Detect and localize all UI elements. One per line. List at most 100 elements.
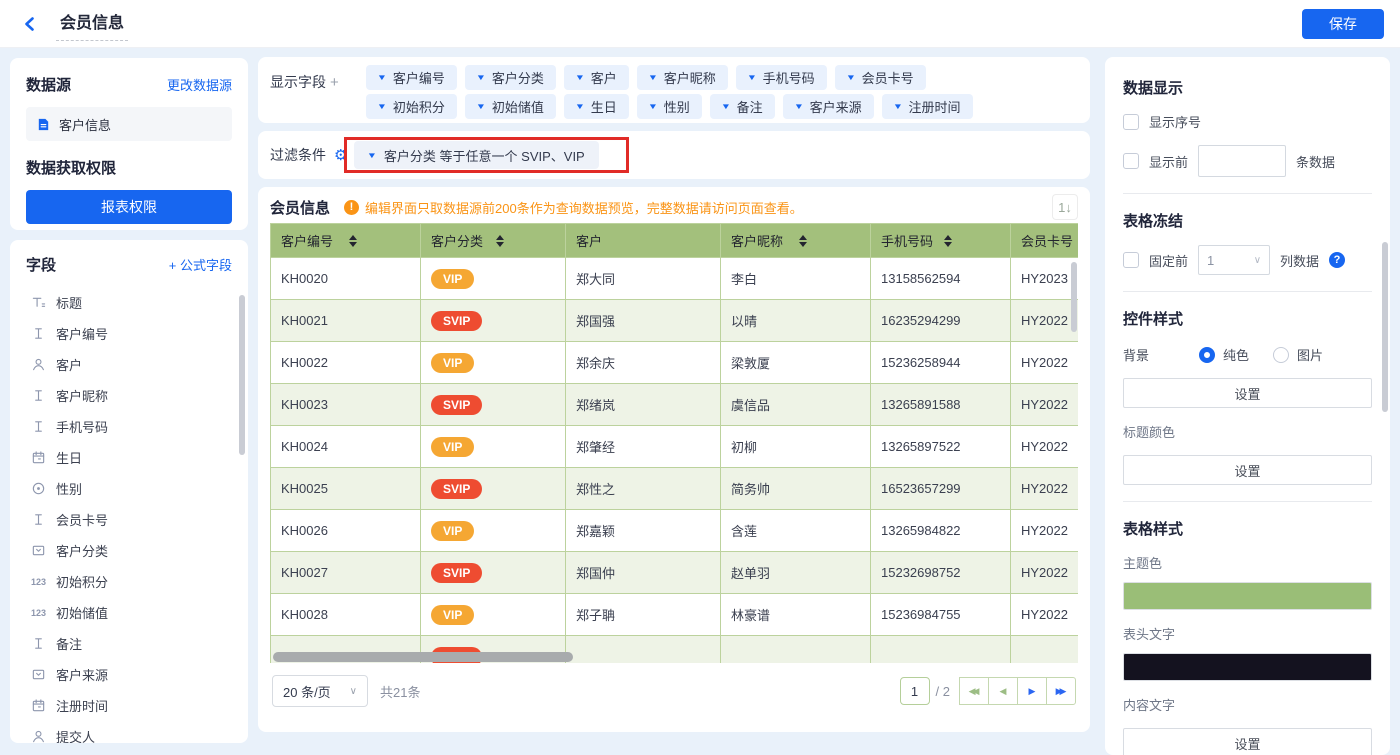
field-item[interactable]: 会员卡号 (26, 504, 232, 535)
field-item[interactable]: 标题 (26, 287, 232, 318)
datasource-item[interactable]: 客户信息 (26, 107, 232, 141)
text-icon (30, 512, 47, 527)
prev-page-button[interactable]: ◀ (988, 677, 1018, 705)
title-color-set-button[interactable]: 设置 (1123, 455, 1372, 485)
fields-card: 字段 + 公式字段 标题 客户编号 客户 客户昵称 手机号码 生日 性别 会员卡号 客户分类 12… (10, 240, 248, 743)
field-item-label: 会员卡号 (56, 513, 109, 528)
table-cell: HY2022 (1011, 342, 1078, 384)
sort-order-tool[interactable]: 1↓ (1052, 194, 1078, 220)
field-item-label: 初始储值 (56, 606, 109, 621)
table-cell: 虞信品 (721, 384, 871, 426)
theme-color-swatch[interactable] (1123, 582, 1372, 610)
formula-field-link[interactable]: + 公式字段 (169, 255, 232, 274)
display-field-chip[interactable]: ▼ 客户 (563, 65, 629, 90)
column-header[interactable]: 手机号码 (871, 224, 1011, 258)
background-set-button[interactable]: 设置 (1123, 378, 1372, 408)
limit-prefix: 显示前 (1149, 154, 1189, 170)
display-field-chip[interactable]: ▼ 客户编号 (366, 65, 457, 90)
page-size-select[interactable]: 20 条/页 ∨ (272, 675, 368, 707)
display-field-chip[interactable]: ▼ 初始积分 (366, 94, 457, 119)
theme-color-label: 主题色 (1123, 556, 1163, 571)
table-cell: KH0023 (271, 384, 421, 426)
field-item-label: 客户编号 (56, 327, 109, 342)
field-item[interactable]: 备注 (26, 628, 232, 659)
table-cell: 郑嘉颖 (566, 510, 721, 552)
field-item[interactable]: 生日 (26, 442, 232, 473)
filter-label: 过滤条件 (270, 147, 326, 163)
display-field-chip[interactable]: ▼ 客户昵称 (636, 65, 728, 90)
sort-arrows-icon[interactable] (798, 234, 861, 247)
first-page-button[interactable]: ◀◀ (959, 677, 989, 705)
add-display-field-button[interactable]: + (326, 74, 339, 91)
limit-count-input[interactable] (1198, 145, 1287, 177)
field-item[interactable]: 客户分类 (26, 535, 232, 566)
display-field-chip[interactable]: ▼ 会员卡号 (834, 65, 926, 90)
solid-color-radio[interactable] (1199, 346, 1215, 363)
table-cell: 郑国仲 (566, 552, 721, 594)
change-datasource-link[interactable]: 更改数据源 (167, 75, 232, 94)
page-title[interactable]: 会员信息 (56, 7, 129, 41)
datasource-heading: 数据源 (26, 77, 72, 94)
sort-arrows-icon[interactable] (943, 234, 1001, 247)
show-index-checkbox[interactable] (1123, 113, 1139, 130)
table-cell: 15232698752 (871, 552, 1011, 594)
freeze-columns-checkbox[interactable] (1123, 252, 1139, 268)
field-item[interactable]: 性别 (26, 473, 232, 504)
back-button[interactable] (16, 10, 44, 38)
table-horizontal-scrollbar[interactable] (273, 652, 573, 662)
gear-icon[interactable]: ⚙ (334, 146, 347, 164)
freeze-count-select[interactable]: 1 ∨ (1198, 245, 1271, 275)
content-text-set-button[interactable]: 设置 (1123, 728, 1372, 755)
title-icon (30, 295, 47, 310)
field-item[interactable]: 注册时间 (26, 690, 232, 721)
field-item[interactable]: 手机号码 (26, 411, 232, 442)
filter-condition-chip[interactable]: ▼ 客户分类 等于任意一个 SVIP、VIP (354, 141, 599, 169)
last-page-button[interactable]: ▶▶ (1046, 677, 1076, 705)
background-label: 背景 (1123, 348, 1150, 363)
page-number-input[interactable] (899, 677, 930, 705)
chevron-down-icon: ▼ (746, 73, 757, 82)
field-item[interactable]: 客户编号 (26, 318, 232, 349)
display-field-chip[interactable]: ▼ 手机号码 (735, 65, 827, 90)
table-cell: 16523657299 (871, 468, 1011, 510)
column-header-label: 手机号码 (881, 234, 934, 249)
display-field-chip[interactable]: ▼ 性别 (636, 94, 702, 119)
display-field-chip[interactable]: ▼ 客户分类 (464, 65, 556, 90)
help-icon[interactable]: ? (1329, 252, 1346, 268)
header-text-color-swatch[interactable] (1123, 653, 1372, 681)
number-icon: 123 (30, 576, 47, 587)
field-item[interactable]: 123 初始积分 (26, 566, 232, 597)
table-cell: VIP (421, 510, 566, 552)
image-radio[interactable] (1273, 346, 1290, 363)
table-vertical-scrollbar[interactable] (1071, 262, 1077, 332)
display-field-chip[interactable]: ▼ 生日 (563, 94, 629, 119)
next-page-button[interactable]: ▶ (1017, 677, 1047, 705)
fields-scrollbar[interactable] (239, 295, 245, 455)
table-cell: 15236258944 (871, 342, 1011, 384)
table-cell: HY2022 (1011, 426, 1078, 468)
display-field-chip[interactable]: ▼ 客户来源 (782, 94, 874, 119)
column-header[interactable]: 客户编号 (271, 224, 421, 258)
column-header[interactable]: 客户分类 (421, 224, 566, 258)
field-item[interactable]: 提交人 (26, 721, 232, 743)
field-item[interactable]: 客户昵称 (26, 380, 232, 411)
sort-arrows-icon[interactable] (496, 234, 555, 247)
column-header[interactable]: 客户昵称 (721, 224, 871, 258)
report-permission-button[interactable]: 报表权限 (26, 190, 232, 224)
save-button[interactable]: 保存 (1302, 8, 1384, 39)
sort-arrows-icon[interactable] (348, 234, 411, 247)
settings-scrollbar[interactable] (1382, 242, 1388, 412)
field-item[interactable]: 123 初始储值 (26, 597, 232, 628)
field-item[interactable]: 客户 (26, 349, 232, 380)
preview-notice: ! 编辑界面只取数据源前200条作为查询数据预览，完整数据请访问页面查看。 (344, 198, 803, 217)
chip-label: 客户分类 (491, 71, 544, 86)
table-row: KH0024 VIP 郑肇经 初柳 13265897522 HY2022 (271, 426, 1078, 468)
table-row: KH0028 VIP 郑子聃 林豪谱 15236984755 HY2022 (271, 594, 1078, 636)
display-field-chip[interactable]: ▼ 初始储值 (464, 94, 556, 119)
limit-rows-checkbox[interactable] (1123, 153, 1139, 169)
field-item[interactable]: 客户来源 (26, 659, 232, 690)
document-icon (38, 118, 49, 130)
display-field-chip[interactable]: ▼ 备注 (709, 94, 775, 119)
table-row: KH0026 VIP 郑嘉颖 含莲 13265984822 HY2022 (271, 510, 1078, 552)
display-field-chip[interactable]: ▼ 注册时间 (881, 94, 973, 119)
